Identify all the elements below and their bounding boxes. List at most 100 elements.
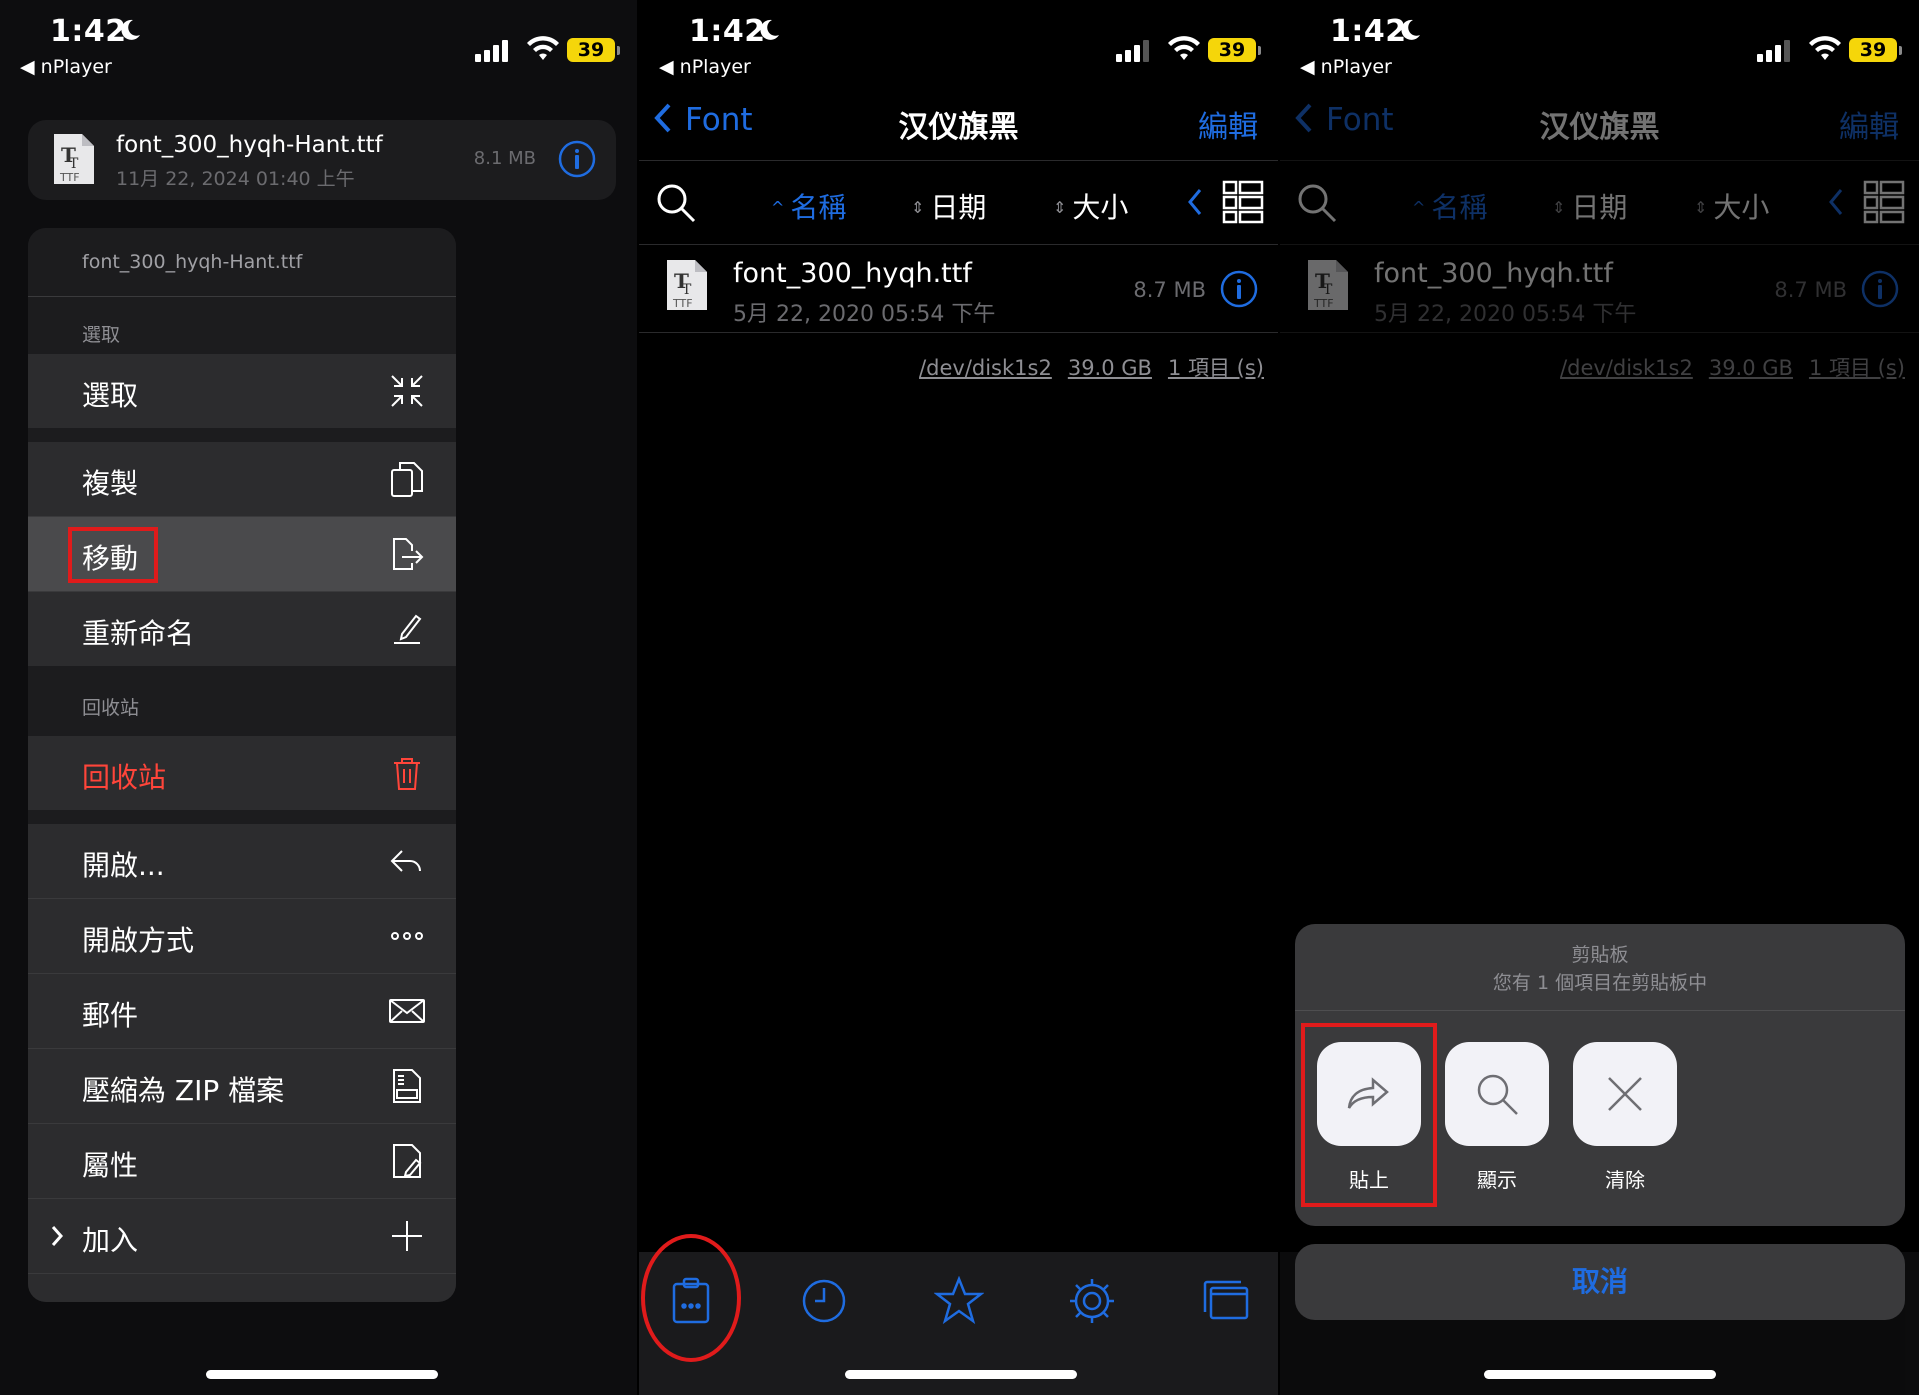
move-icon bbox=[393, 538, 424, 570]
plus-icon bbox=[392, 1221, 422, 1251]
gear-icon[interactable] bbox=[1067, 1276, 1117, 1326]
menu-item-label: 開啟... bbox=[82, 849, 165, 882]
highlight-box-paste bbox=[1301, 1023, 1437, 1207]
copy-icon bbox=[391, 462, 423, 497]
menu-title: font_300_hyqh-Hant.ttf bbox=[28, 228, 456, 296]
clock-icon[interactable] bbox=[799, 1276, 849, 1326]
file-size: 8.7 MB bbox=[1133, 278, 1206, 302]
ttf-file-icon: TTTTF bbox=[667, 260, 707, 310]
highlight-circle-clipboard bbox=[641, 1234, 741, 1362]
menu-item-label: 屬性 bbox=[82, 1149, 139, 1182]
cancel-button[interactable]: 取消 bbox=[1295, 1244, 1905, 1320]
free-space: 39.0 GB bbox=[1067, 356, 1152, 380]
battery-indicator: 39 bbox=[1208, 38, 1261, 62]
wifi-icon bbox=[527, 36, 559, 60]
trash-icon bbox=[394, 758, 420, 790]
grid-view-icon[interactable] bbox=[1222, 180, 1264, 224]
section-header-select: 選取 bbox=[28, 304, 456, 354]
menu-item-trash[interactable]: 回收站 bbox=[28, 736, 456, 810]
sort-by-name[interactable]: ^名稱 bbox=[771, 186, 846, 226]
signal-icon bbox=[1116, 40, 1149, 62]
home-indicator bbox=[206, 1370, 438, 1379]
home-indicator bbox=[845, 1370, 1077, 1379]
menu-item-partial[interactable] bbox=[28, 1274, 456, 1302]
divider bbox=[639, 332, 1278, 333]
close-icon bbox=[1608, 1077, 1642, 1111]
moon-icon bbox=[760, 19, 779, 40]
back-app-label: nPlayer bbox=[40, 56, 112, 78]
moon-icon bbox=[121, 19, 140, 40]
svg-text:T: T bbox=[69, 156, 79, 172]
ttf-file-icon: TTTTF bbox=[54, 134, 94, 184]
divider bbox=[1295, 1010, 1905, 1011]
mail-icon bbox=[389, 999, 425, 1023]
file-size: 8.1 MB bbox=[473, 148, 536, 169]
sheet-subtitle: 您有 1 個項目在剪貼板中 bbox=[1492, 972, 1708, 994]
sheet-title: 剪貼板 bbox=[1571, 944, 1629, 966]
info-icon[interactable] bbox=[558, 140, 596, 178]
menu-item-label: 重新命名 bbox=[82, 617, 195, 650]
menu-item-label: 開啟方式 bbox=[82, 924, 195, 957]
context-menu: font_300_hyqh-Hant.ttf 選取 選取 複製 移動 重新命名 … bbox=[28, 228, 456, 1302]
moon-icon bbox=[1401, 19, 1420, 40]
star-icon[interactable] bbox=[934, 1276, 984, 1326]
clear-action[interactable]: 清除 bbox=[1573, 1042, 1677, 1193]
divider bbox=[28, 296, 456, 297]
sort-by-size[interactable]: ⇕大小 bbox=[1053, 186, 1128, 226]
back-to-app-link[interactable]: ◀ nPlayer bbox=[1300, 56, 1392, 78]
show-button[interactable] bbox=[1445, 1042, 1549, 1146]
panel-context-menu: 1:42 ◀ nPlayer 39 T T TTF font_300_hyqh-Ha… bbox=[0, 0, 637, 1395]
battery-indicator: 39 bbox=[567, 38, 620, 62]
file-name: font_300_hyqh-Hant.ttf bbox=[116, 132, 383, 158]
menu-item-mail[interactable]: 郵件 bbox=[28, 974, 456, 1048]
item-count: 1 項目 (s) bbox=[1167, 356, 1264, 380]
navigation-bar: Font 汉仪旗黑 編輯 bbox=[639, 96, 1278, 152]
menu-item-label: 壓縮為 ZIP 檔案 bbox=[82, 1074, 285, 1107]
menu-item-label: 加入 bbox=[82, 1224, 139, 1257]
windows-icon[interactable] bbox=[1201, 1276, 1251, 1326]
menu-item-copy[interactable]: 複製 bbox=[28, 442, 456, 516]
chevron-right-icon bbox=[51, 1226, 64, 1246]
menu-item-add[interactable]: 加入 bbox=[28, 1199, 456, 1273]
sort-by-date[interactable]: ⇕日期 bbox=[911, 186, 986, 226]
status-bar: 1:42 ◀ nPlayer 39 bbox=[1280, 0, 1919, 90]
menu-item-select[interactable]: 選取 bbox=[28, 354, 456, 428]
signal-icon bbox=[475, 40, 508, 62]
menu-item-rename[interactable]: 重新命名 bbox=[28, 592, 456, 666]
search-icon bbox=[1477, 1074, 1518, 1115]
rename-icon bbox=[394, 614, 422, 644]
battery-indicator: 39 bbox=[1849, 38, 1902, 62]
back-to-app-link[interactable]: ◀ nPlayer bbox=[20, 56, 112, 78]
status-time: 1:42 bbox=[689, 14, 766, 49]
divider bbox=[639, 160, 1278, 161]
svg-text:T: T bbox=[682, 282, 692, 298]
search-icon[interactable] bbox=[655, 182, 697, 224]
panel-file-browser: 1:42 ◀ nPlayer 39 Font 汉仪旗黑 編輯 ^ 名稱 ⇕ 日期 ⇕… bbox=[639, 0, 1278, 1395]
highlight-box-move bbox=[68, 527, 158, 583]
clear-button[interactable] bbox=[1573, 1042, 1677, 1146]
menu-item-open[interactable]: 開啟... bbox=[28, 824, 456, 898]
info-icon[interactable] bbox=[1220, 270, 1258, 308]
status-time: 1:42 bbox=[50, 14, 127, 49]
select-icon bbox=[391, 375, 423, 407]
clear-label: 清除 bbox=[1605, 1168, 1645, 1192]
status-bar: 1:42 ◀ nPlayer 39 bbox=[639, 0, 1278, 90]
edit-button[interactable]: 編輯 bbox=[1198, 102, 1258, 146]
menu-item-zip[interactable]: 壓縮為 ZIP 檔案 bbox=[28, 1049, 456, 1123]
wifi-icon bbox=[1809, 36, 1841, 60]
zip-icon bbox=[393, 1069, 421, 1103]
sort-name-label: 名稱 bbox=[790, 191, 847, 224]
chevron-left-icon[interactable] bbox=[1184, 184, 1206, 220]
file-row[interactable]: TTTTF font_300_hyqh.ttf 5月 22, 2020 05:5… bbox=[639, 248, 1278, 334]
back-app-label: nPlayer bbox=[679, 56, 751, 78]
back-app-label: nPlayer bbox=[1320, 56, 1392, 78]
storage-info: /dev/disk1s2 39.0 GB 1 項目 (s) bbox=[903, 352, 1264, 382]
back-to-app-link[interactable]: ◀ nPlayer bbox=[659, 56, 751, 78]
menu-item-properties[interactable]: 屬性 bbox=[28, 1124, 456, 1198]
ttf-icon-text: TTF bbox=[672, 297, 693, 310]
show-action[interactable]: 顯示 bbox=[1445, 1042, 1549, 1193]
file-date: 5月 22, 2020 05:54 下午 bbox=[733, 302, 996, 327]
selected-file-card[interactable]: T T TTF font_300_hyqh-Hant.ttf 11月 22, 202… bbox=[28, 120, 616, 200]
menu-item-open-with[interactable]: 開啟方式 bbox=[28, 899, 456, 973]
properties-icon bbox=[393, 1144, 422, 1178]
